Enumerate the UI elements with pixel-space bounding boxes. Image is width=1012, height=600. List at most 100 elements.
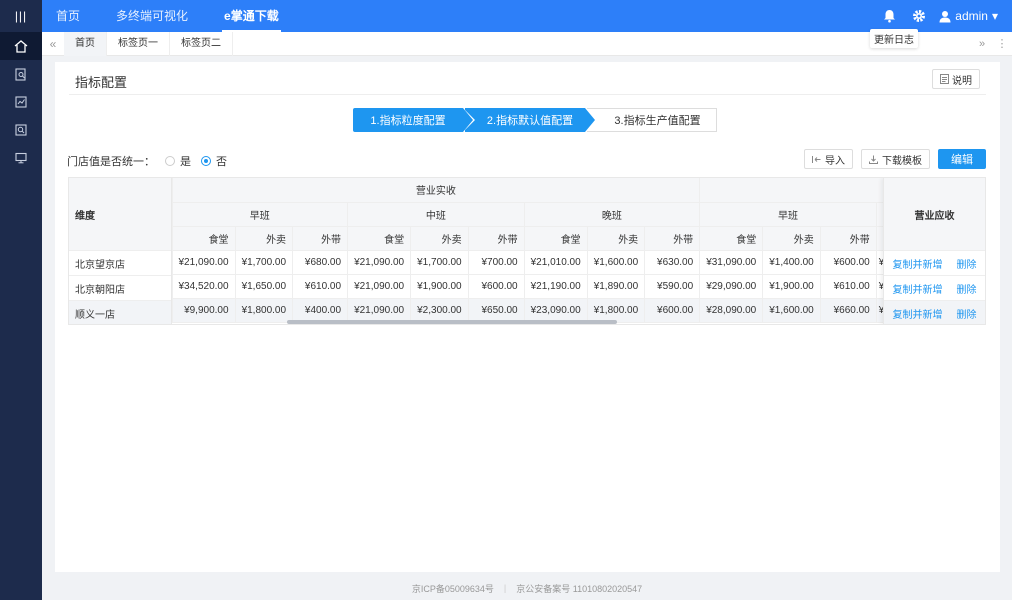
top-right-tools: admin ▾ [867, 0, 1012, 32]
footer-separator: | [503, 583, 507, 593]
shift-header: 晚班 [524, 202, 701, 227]
row-actions: 复制并新增 删除 [884, 301, 985, 324]
page-title: 指标配置 [75, 75, 128, 90]
shift-header: 早班 [172, 202, 349, 227]
search-doc-icon[interactable] [0, 60, 42, 88]
username: admin [955, 9, 988, 23]
row-actions: 复制并新增 删除 [884, 276, 985, 301]
footer: 京ICP备05009634号 | 京公安备案号 11010802020547 [42, 576, 1012, 600]
step-3-label: 3.指标生产值配置 [614, 115, 701, 127]
shift-header: 早班 [699, 202, 877, 227]
fixed-dimension-column: 维度 北京望京店 北京朝阳店 顺义一店 [69, 178, 172, 324]
tabs-right-controls: » ⋮ [972, 37, 1012, 51]
table-cell: ¥650.00 [468, 298, 525, 323]
icp-record[interactable]: 京ICP备05009634号 [412, 582, 494, 595]
table-cell: ¥610.00 [820, 274, 877, 299]
delete-link[interactable]: 删除 [957, 306, 977, 321]
tab-page-one[interactable]: 标签页一 [107, 31, 170, 56]
gear-icon[interactable] [911, 8, 927, 24]
subcol-header: 外卖 [762, 226, 821, 251]
step-2[interactable]: 2.指标默认值配置 [465, 108, 597, 132]
subcol-header: 外卖 [587, 226, 646, 251]
tabs-scroll-left-icon[interactable]: « [42, 37, 64, 51]
table-cell: ¥21,090.00 [347, 274, 412, 299]
table-row: ¥9,900.00 ¥1,800.00 ¥400.00 ¥21,090.00 ¥… [69, 298, 909, 323]
copy-add-link[interactable]: 复制并新增 [893, 281, 943, 296]
download-template-button[interactable]: 下载模板 [861, 149, 930, 169]
sidebar [0, 32, 42, 600]
more-vertical-icon[interactable]: ⋮ [992, 37, 1012, 50]
copy-add-link[interactable]: 复制并新增 [893, 306, 943, 321]
table-cell: ¥1,600.00 [587, 250, 646, 275]
subcol-header: 食堂 [347, 226, 412, 251]
subcol-header: 食堂 [172, 226, 236, 251]
table-cell: ¥1,800.00 [235, 298, 294, 323]
user-menu[interactable]: admin ▾ [939, 9, 998, 23]
table-cell: ¥600.00 [644, 298, 701, 323]
radio-no[interactable]: 否 [201, 153, 227, 169]
home-icon[interactable] [0, 32, 42, 60]
chart-icon[interactable] [0, 88, 42, 116]
table-cell: ¥1,400.00 [762, 250, 821, 275]
table-cell: ¥21,090.00 [347, 250, 412, 275]
edit-button[interactable]: 编辑 [938, 149, 986, 169]
subcol-header: 外带 [820, 226, 877, 251]
table-cell: ¥630.00 [644, 250, 701, 275]
chevron-down-icon: ▾ [991, 9, 998, 23]
main-card: 指标配置 说明 1.指标粒度配置 2.指标默认值配置 3.指标生产值配置 门店值… [55, 62, 1000, 572]
step-3[interactable]: 3.指标生产值配置 [587, 108, 717, 132]
store-unified-radio-group: 门店值是否统一： 是 否 [67, 153, 227, 169]
explain-button[interactable]: 说明 [932, 69, 980, 89]
import-icon [812, 155, 821, 163]
table-cell: ¥1,900.00 [410, 274, 469, 299]
subcol-header: 外带 [292, 226, 349, 251]
table-cell: ¥600.00 [820, 250, 877, 275]
table-actions: 导入 下载模板 编辑 [796, 149, 986, 169]
subcol-header: 外卖 [235, 226, 294, 251]
nav-item-home[interactable]: 首页 [56, 0, 80, 32]
import-label: 导入 [825, 155, 845, 167]
tabs-scroll-right-icon[interactable]: » [972, 38, 992, 50]
grid-icon[interactable]: ||| [0, 0, 42, 32]
delete-link[interactable]: 删除 [957, 281, 977, 296]
download-icon [869, 155, 878, 164]
radio-no-dot [201, 156, 211, 166]
delete-link[interactable]: 删除 [957, 256, 977, 271]
bell-icon[interactable] [881, 8, 897, 24]
table-cell: ¥21,190.00 [524, 274, 588, 299]
radio-no-label: 否 [216, 156, 227, 168]
tab-home[interactable]: 首页 [64, 31, 107, 56]
tab-page-two[interactable]: 标签页二 [170, 31, 233, 56]
nav-item-download[interactable]: e掌通下载 [222, 0, 281, 32]
dimension-header: 维度 [69, 178, 171, 251]
subcol-header: 食堂 [699, 226, 764, 251]
police-record[interactable]: 京公安备案号 11010802020547 [516, 582, 642, 595]
table-cell: ¥29,090.00 [699, 274, 764, 299]
table-row: ¥34,520.00 ¥1,650.00 ¥610.00 ¥21,090.00 … [69, 274, 909, 299]
group-header-revenue: 营业实收 [172, 178, 701, 203]
tabs-bar: « 首页 标签页一 标签页二 » ⋮ [42, 31, 1012, 56]
shift-header: 中班 [347, 202, 525, 227]
nav-item-multi-terminal[interactable]: 多终端可视化 [116, 0, 188, 32]
table-cell: ¥1,800.00 [587, 298, 646, 323]
radio-yes-dot [165, 156, 175, 166]
step-1[interactable]: 1.指标粒度配置 [353, 108, 475, 132]
table-cell: ¥660.00 [820, 298, 877, 323]
monitor-icon[interactable] [0, 144, 42, 172]
table-cell: ¥21,090.00 [172, 250, 236, 275]
table-cell: ¥1,600.00 [762, 298, 821, 323]
table-cell: ¥1,650.00 [235, 274, 294, 299]
receivable-header: 营业应收 [884, 178, 985, 251]
import-button[interactable]: 导入 [804, 149, 853, 169]
table-row: ¥21,090.00 ¥1,700.00 ¥680.00 ¥21,090.00 … [69, 250, 909, 275]
table-cell: ¥1,700.00 [410, 250, 469, 275]
horizontal-scrollbar[interactable] [287, 320, 617, 324]
table-cell: ¥2,300.00 [410, 298, 469, 323]
table-cell: ¥28,090.00 [699, 298, 764, 323]
copy-add-link[interactable]: 复制并新增 [893, 256, 943, 271]
table-cell: ¥21,010.00 [524, 250, 588, 275]
table-cell: ¥700.00 [468, 250, 525, 275]
magnify-icon[interactable] [0, 116, 42, 144]
radio-yes[interactable]: 是 [165, 153, 191, 169]
table-cell: ¥1,700.00 [235, 250, 294, 275]
